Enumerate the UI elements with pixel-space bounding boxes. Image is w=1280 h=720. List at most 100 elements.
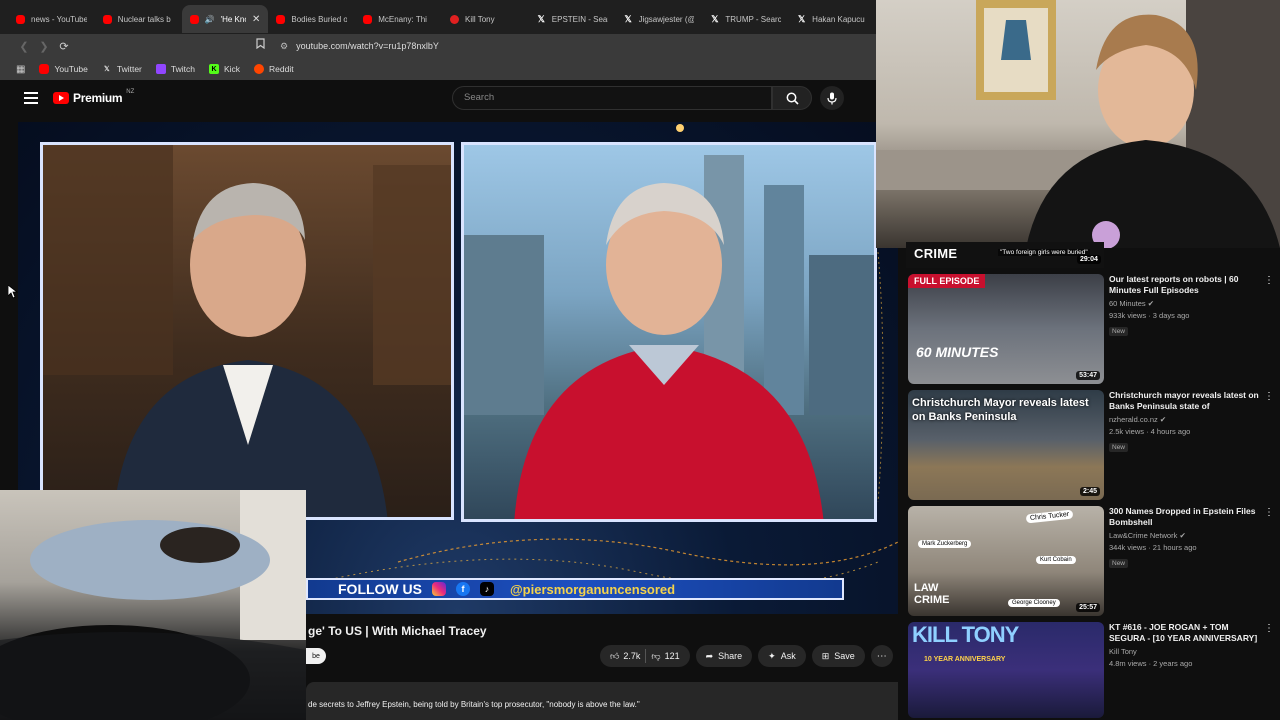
dislike-count: 121 bbox=[664, 651, 680, 661]
rec-thumbnail[interactable]: KILL TONY 10 YEAR ANNIVERSARY bbox=[908, 622, 1104, 718]
verified-icon: ✔ bbox=[1159, 415, 1167, 424]
tab-label: Kill Tony bbox=[464, 14, 495, 24]
rec-thumbnail[interactable]: Chris Tucker Mark Zuckerberg Kurt Cobain… bbox=[908, 506, 1104, 616]
menu-icon[interactable] bbox=[24, 92, 38, 107]
verified-icon: ✔ bbox=[1179, 531, 1186, 540]
forward-icon[interactable]: ❯ bbox=[34, 36, 54, 56]
bookmark-label: YouTube bbox=[54, 64, 88, 74]
youtube-icon bbox=[16, 14, 25, 24]
search-input[interactable]: Search bbox=[452, 86, 772, 110]
browser-tab[interactable]: 𝕏 TRUMP - Searc bbox=[702, 5, 789, 33]
rec-thumbnail[interactable]: FULL EPISODE 60 MINUTES 53:47 bbox=[908, 274, 1104, 384]
webcam-overlay-pet bbox=[0, 490, 306, 720]
like-count: 2.7k bbox=[623, 651, 641, 661]
close-icon[interactable]: ✕ bbox=[252, 14, 260, 25]
browser-tab[interactable]: news - YouTube bbox=[8, 5, 95, 33]
rec-title[interactable]: KT #616 - JOE ROGAN + TOM SEGURA - [10 Y… bbox=[1109, 622, 1259, 644]
rec-thumb-logo: LAW CRIME bbox=[914, 582, 950, 606]
rec-channel-name: Kill Tony bbox=[1109, 647, 1137, 656]
recommendations-list: FULL EPISODE 60 MINUTES 53:47 Our latest… bbox=[900, 270, 1280, 720]
youtube-logo[interactable]: Premium NZ bbox=[53, 89, 134, 105]
rec-item[interactable]: Chris Tucker Mark Zuckerberg Kurt Cobain… bbox=[908, 506, 1280, 618]
video-actions: 👍︎ 2.7k 👎︎ 121 ➦ Share ✦ Ask ⊞ Save ⋯ bbox=[600, 645, 893, 667]
rec-item[interactable]: KILL TONY 10 YEAR ANNIVERSARY KT #616 - … bbox=[908, 622, 1280, 720]
browser-tab[interactable]: Kill Tony bbox=[442, 5, 529, 33]
rec-thumbnail[interactable]: Christchurch Mayor reveals latest on Ban… bbox=[908, 390, 1104, 500]
rec-item[interactable]: FULL EPISODE 60 MINUTES 53:47 Our latest… bbox=[908, 274, 1280, 386]
follow-us-banner: FOLLOW US f ♪ @piersmorganuncensored bbox=[306, 578, 844, 600]
rec-menu-icon[interactable]: ⋮ bbox=[1264, 508, 1274, 518]
rec-thumb-badge: FULL EPISODE bbox=[908, 274, 986, 288]
tab-label: Nuclear talks b bbox=[117, 14, 171, 24]
rec-duration: 53:47 bbox=[1076, 371, 1100, 380]
reload-icon[interactable]: ⟳ bbox=[54, 36, 74, 56]
rec-channel[interactable]: 60 Minutes ✔ bbox=[1109, 299, 1259, 308]
youtube-icon bbox=[102, 14, 112, 24]
rec-meta: 4.8m views · 2 years ago bbox=[1109, 659, 1193, 668]
back-icon[interactable]: ❮ bbox=[14, 36, 34, 56]
browser-tab[interactable]: McEnany: Thi bbox=[355, 5, 442, 33]
rec-title[interactable]: Christchurch mayor reveals latest on Ban… bbox=[1109, 390, 1259, 412]
site-info-icon[interactable]: ⚙ bbox=[280, 41, 288, 52]
youtube-header: Premium NZ Search bbox=[0, 80, 876, 118]
bookmark-icon[interactable] bbox=[256, 38, 265, 52]
bookmark-label: Twitch bbox=[170, 64, 195, 74]
x-icon: 𝕏 bbox=[624, 13, 632, 24]
browser-tab[interactable]: Bodies Buried o bbox=[268, 5, 355, 33]
rec-item[interactable]: Christchurch Mayor reveals latest on Ban… bbox=[908, 390, 1280, 502]
rec-menu-icon[interactable]: ⋮ bbox=[1264, 624, 1274, 634]
webcam-overlay-streamer bbox=[876, 0, 1280, 248]
thumbs-up-icon: 👍︎ bbox=[610, 650, 620, 661]
rec-channel[interactable]: Kill Tony bbox=[1109, 647, 1259, 656]
rec-duration: 29:04 bbox=[1077, 255, 1101, 264]
share-button[interactable]: ➦ Share bbox=[695, 645, 753, 667]
dislike-button[interactable]: 👎︎ 121 bbox=[651, 651, 679, 662]
bookmark-label: Reddit bbox=[269, 64, 294, 74]
ask-button[interactable]: ✦ Ask bbox=[758, 645, 806, 667]
pet-bed-image bbox=[0, 490, 306, 720]
browser-tab[interactable]: 𝕏 EPSTEIN - Sear bbox=[529, 5, 616, 33]
tab-label: McEnany: Thi bbox=[378, 14, 427, 24]
subscribe-button[interactable]: be bbox=[306, 648, 326, 664]
rec-menu-icon[interactable]: ⋮ bbox=[1264, 276, 1274, 286]
browser-tab[interactable]: Nuclear talks b bbox=[95, 5, 182, 33]
tab-label: TRUMP - Searc bbox=[725, 14, 782, 24]
browser-tab-active[interactable]: 🔊 'He Kno ✕ bbox=[181, 5, 269, 33]
share-label: Share bbox=[718, 651, 743, 661]
bookmarks-bar: ▦ YouTube 𝕏 Twitter Twitch K Kick Reddit bbox=[0, 58, 876, 80]
kill-tony-icon bbox=[449, 14, 459, 24]
bookmark-twitter[interactable]: 𝕏 Twitter bbox=[102, 64, 142, 74]
streamer-image bbox=[876, 0, 1280, 248]
bookmark-youtube[interactable]: YouTube bbox=[39, 64, 88, 74]
rec-info: Christchurch mayor reveals latest on Ban… bbox=[1109, 390, 1259, 454]
rec-channel[interactable]: nzherald.co.nz ✔ bbox=[1109, 415, 1259, 424]
browser-tab[interactable]: 𝕏 Jigsawjester (@ bbox=[616, 5, 703, 33]
voice-search-button[interactable] bbox=[820, 86, 844, 110]
x-icon: 𝕏 bbox=[104, 66, 110, 73]
apps-icon[interactable]: ▦ bbox=[16, 64, 25, 75]
search-button[interactable] bbox=[772, 86, 812, 110]
save-button[interactable]: ⊞ Save bbox=[811, 645, 865, 667]
search-icon bbox=[786, 92, 799, 105]
url-field[interactable]: ⚙ youtube.com/watch?v=ru1p78nxlbY bbox=[280, 38, 439, 54]
new-badge: New bbox=[1109, 443, 1129, 452]
rec-meta: 933k views · 3 days ago bbox=[1109, 311, 1190, 320]
rec-thumb-tag: Mark Zuckerberg bbox=[918, 540, 972, 548]
bookmark-reddit[interactable]: Reddit bbox=[254, 64, 294, 74]
rec-title[interactable]: 300 Names Dropped in Epstein Files Bombs… bbox=[1109, 506, 1259, 528]
browser-tab[interactable]: 𝕏 Hakan Kapucu bbox=[789, 5, 876, 33]
rec-title[interactable]: Our latest reports on robots | 60 Minute… bbox=[1109, 274, 1259, 296]
more-actions-icon[interactable]: ⋯ bbox=[870, 645, 893, 667]
rec-duration: 2:45 bbox=[1079, 487, 1100, 496]
rec-channel[interactable]: Law&Crime Network ✔ bbox=[1109, 531, 1259, 540]
bookmark-twitch[interactable]: Twitch bbox=[155, 64, 195, 74]
screen: news - YouTube Nuclear talks b 🔊 'He Kno ✕… bbox=[0, 0, 1280, 720]
like-button[interactable]: 👍︎ 2.7k bbox=[610, 651, 640, 662]
twitch-icon bbox=[155, 64, 166, 74]
rec-info: Our latest reports on robots | 60 Minute… bbox=[1109, 274, 1259, 338]
rec-menu-icon[interactable]: ⋮ bbox=[1264, 392, 1274, 402]
bookmark-kick[interactable]: K Kick bbox=[208, 64, 240, 74]
tab-label: Jigsawjester (@ bbox=[638, 14, 695, 24]
guest-video-panel bbox=[461, 142, 877, 522]
url-text: youtube.com/watch?v=ru1p78nxlbY bbox=[296, 41, 439, 51]
